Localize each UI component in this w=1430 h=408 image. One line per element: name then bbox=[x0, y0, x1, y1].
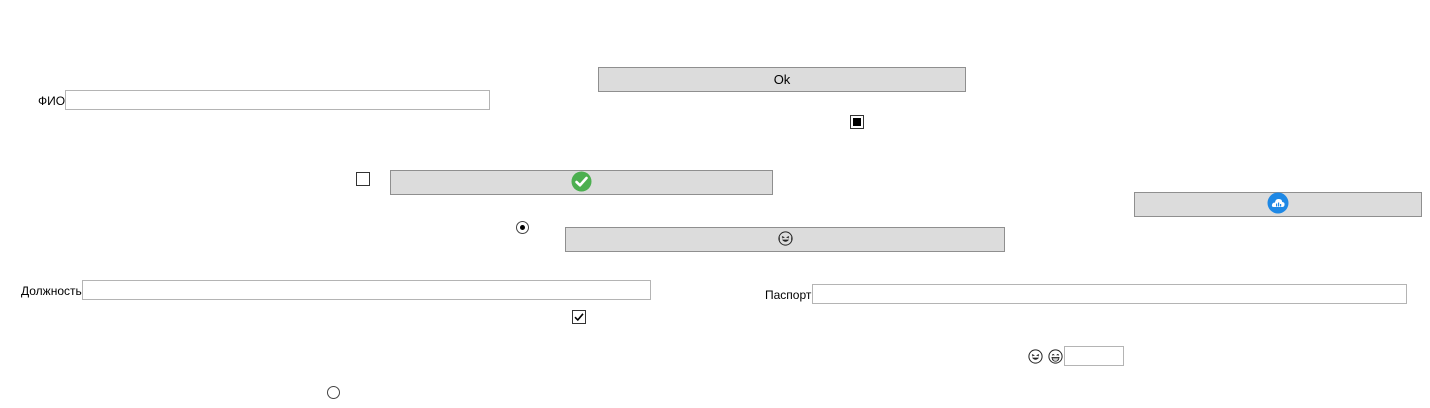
radio-dot bbox=[520, 225, 525, 230]
ok-button-label: Ok bbox=[773, 72, 791, 87]
checkbox-indeterminate-mark bbox=[853, 118, 861, 126]
position-input[interactable] bbox=[82, 280, 651, 300]
small-text-input[interactable] bbox=[1064, 346, 1124, 366]
checkmark-icon bbox=[574, 313, 584, 322]
passport-input[interactable] bbox=[812, 284, 1407, 304]
green-check-circle-icon bbox=[571, 171, 592, 195]
radio-selected[interactable] bbox=[516, 221, 529, 234]
position-label: Должность bbox=[21, 284, 82, 298]
check-icon-button[interactable] bbox=[390, 170, 773, 195]
laughing-emoji-icon bbox=[777, 230, 793, 249]
indeterminate-checkbox[interactable] bbox=[850, 115, 864, 129]
laughing-emoji-icon bbox=[1028, 349, 1043, 369]
grinning-emoji-icon bbox=[1048, 349, 1063, 369]
fio-label: ФИО bbox=[38, 94, 66, 108]
radio-unselected[interactable] bbox=[327, 386, 340, 399]
checked-checkbox[interactable] bbox=[572, 310, 586, 324]
passport-label: Паспорт bbox=[765, 288, 812, 302]
fio-input[interactable] bbox=[65, 90, 490, 110]
emoji-button[interactable] bbox=[565, 227, 1005, 252]
ok-button[interactable]: Ok bbox=[598, 67, 966, 92]
blue-cloud-circle-icon bbox=[1267, 192, 1289, 217]
cloud-icon-button[interactable] bbox=[1134, 192, 1422, 217]
unchecked-checkbox[interactable] bbox=[356, 172, 370, 186]
